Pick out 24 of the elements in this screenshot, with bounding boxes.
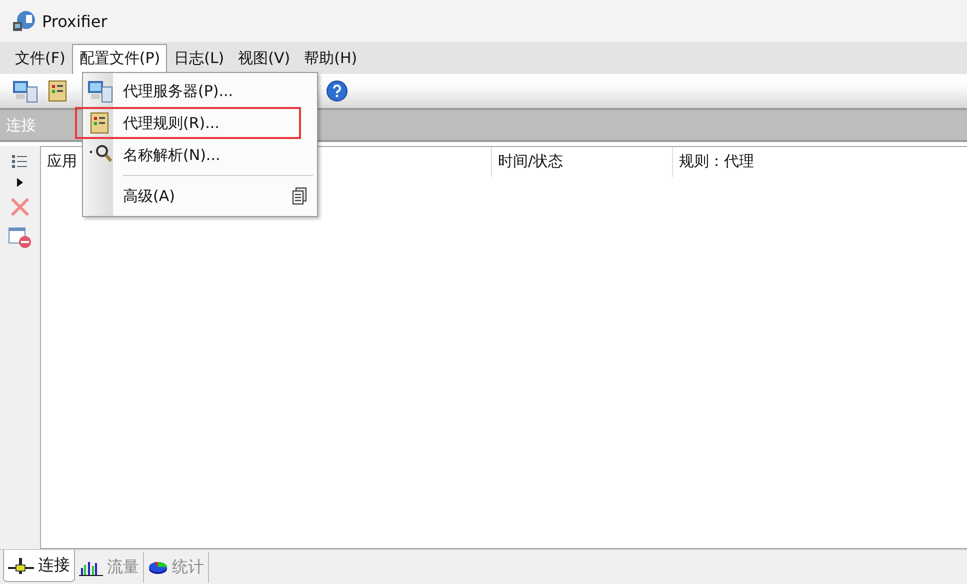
play-icon[interactable] bbox=[17, 178, 23, 187]
menu-item[interactable]: 高级(A) bbox=[75, 180, 311, 212]
column-header[interactable]: 规则：代理 bbox=[673, 147, 967, 177]
bar-chart-icon bbox=[79, 560, 103, 576]
app-logo-icon bbox=[12, 10, 36, 32]
documents-icon bbox=[291, 187, 307, 205]
column-header[interactable]: 时间/状态 bbox=[492, 147, 673, 177]
menu-item[interactable]: 代理规则(R)... bbox=[75, 107, 301, 139]
menu-item[interactable]: 视图(V) bbox=[231, 44, 298, 74]
connection-icon bbox=[8, 558, 34, 574]
help-icon[interactable] bbox=[326, 80, 348, 102]
section-title: 连接 bbox=[6, 116, 36, 134]
server-icon bbox=[87, 79, 113, 103]
server-icon[interactable] bbox=[12, 79, 38, 103]
tab[interactable]: 连接 bbox=[3, 550, 75, 582]
list-icon[interactable] bbox=[12, 154, 28, 168]
menu-item[interactable]: 帮助(H) bbox=[297, 44, 364, 74]
window-title: Proxifier bbox=[42, 12, 108, 30]
menu-item[interactable]: 名称解析(N)... bbox=[75, 139, 311, 171]
menu-item[interactable]: 文件(F) bbox=[8, 44, 72, 74]
menu-item[interactable]: 日志(L) bbox=[167, 44, 232, 74]
pie-chart-icon bbox=[148, 560, 168, 574]
menu-item[interactable]: 配置文件(P) bbox=[72, 44, 168, 74]
window-remove-icon[interactable] bbox=[8, 227, 32, 249]
